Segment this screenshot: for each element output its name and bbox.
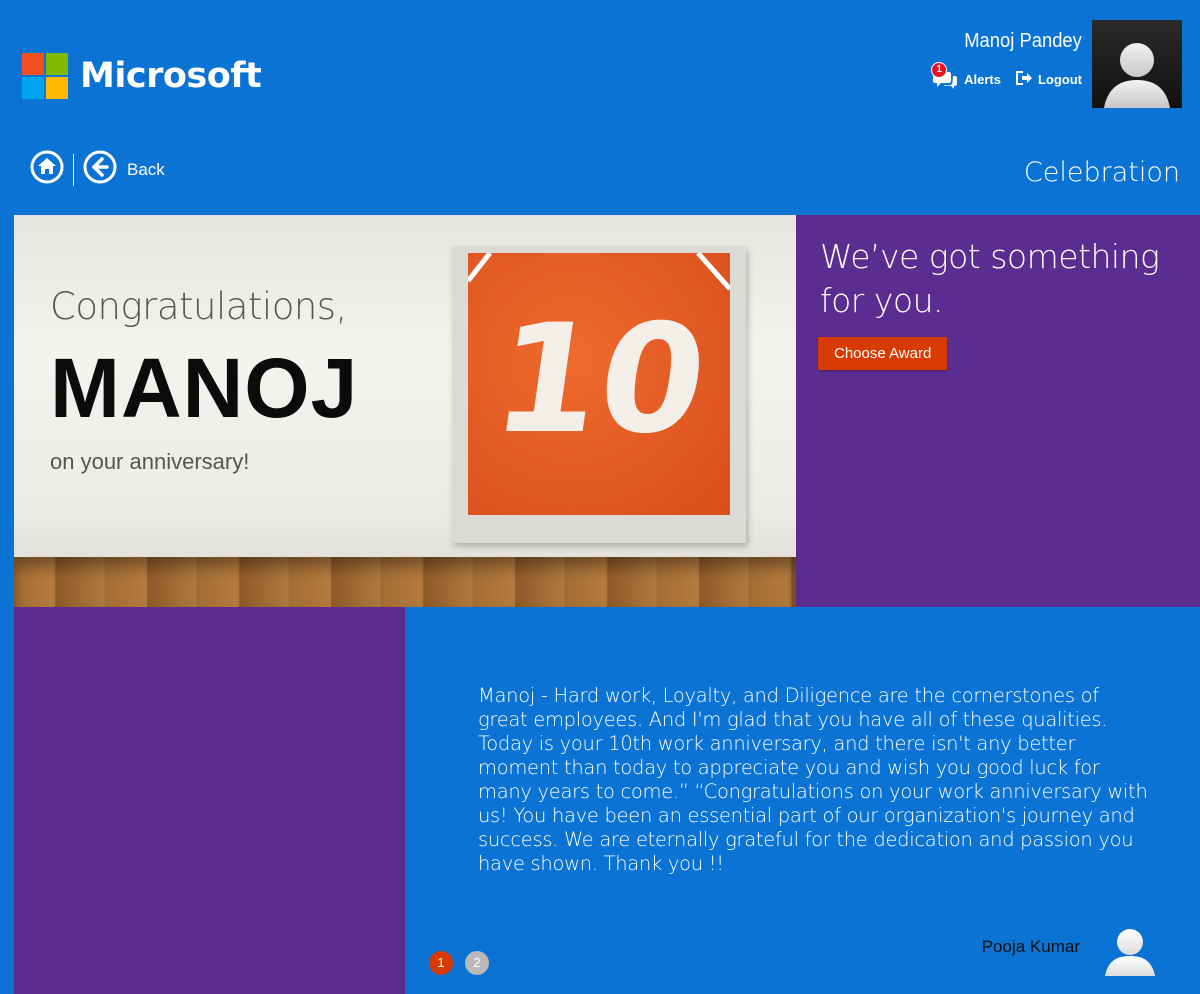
choose-award-button[interactable]: Choose Award <box>818 337 948 370</box>
logout-icon <box>1015 70 1033 89</box>
user-avatar[interactable] <box>1092 20 1182 108</box>
microsoft-logo-icon <box>22 53 68 99</box>
user-silhouette-icon <box>1104 43 1170 108</box>
celebration-banner: Congratulations, MANOJ on your anniversa… <box>14 215 796 607</box>
logout-label: Logout <box>1037 71 1082 87</box>
page-title: Celebration <box>1023 157 1180 188</box>
congratulation-message: Manoj - Hard work, Loyalty, and Diligenc… <box>478 684 1148 875</box>
anniversary-number: 10 <box>484 292 717 467</box>
alerts-button[interactable]: 1 Alerts <box>931 62 1001 90</box>
back-link[interactable]: Back <box>127 160 165 180</box>
brand-name: Microsoft <box>80 56 262 96</box>
nav-bar: Back <box>30 150 165 189</box>
chat-bubbles-icon: 1 <box>931 62 959 90</box>
logout-button[interactable]: Logout <box>1015 70 1082 89</box>
nav-divider <box>73 153 74 186</box>
congratulations-text: Congratulations, <box>50 285 347 328</box>
employee-first-name: MANOJ <box>50 341 359 435</box>
logo-square-yellow <box>46 77 68 99</box>
logo-square-green <box>46 53 68 75</box>
home-icon[interactable] <box>30 150 64 189</box>
alerts-label: Alerts <box>964 71 1001 87</box>
user-silhouette-icon <box>1105 929 1155 976</box>
logo-square-blue <box>22 77 44 99</box>
running-track-image: 10 <box>468 253 730 515</box>
page-dot-2[interactable]: 2 <box>465 951 489 975</box>
logo-square-red <box>22 53 44 75</box>
microsoft-logo[interactable]: Microsoft <box>22 53 262 99</box>
message-sender-name: Pooja Kumar <box>981 937 1080 956</box>
back-arrow-icon[interactable] <box>83 150 117 189</box>
user-actions: 1 Alerts Logout <box>931 62 1082 90</box>
wood-floor <box>14 557 796 607</box>
alerts-count-badge: 1 <box>931 62 948 78</box>
user-name: Manoj Pandey <box>964 30 1082 52</box>
anniversary-artwork: 10 <box>452 247 746 543</box>
award-heading: We’ve got something for you. <box>820 237 1160 320</box>
anniversary-text: on your anniversary! <box>50 449 250 474</box>
page-dot-1[interactable]: 1 <box>429 951 453 975</box>
message-pagination: 1 2 <box>429 951 489 975</box>
award-panel: We’ve got something for you. Choose Awar… <box>796 215 1200 607</box>
sender-avatar <box>1102 924 1158 976</box>
decorative-purple-tile <box>14 607 405 994</box>
